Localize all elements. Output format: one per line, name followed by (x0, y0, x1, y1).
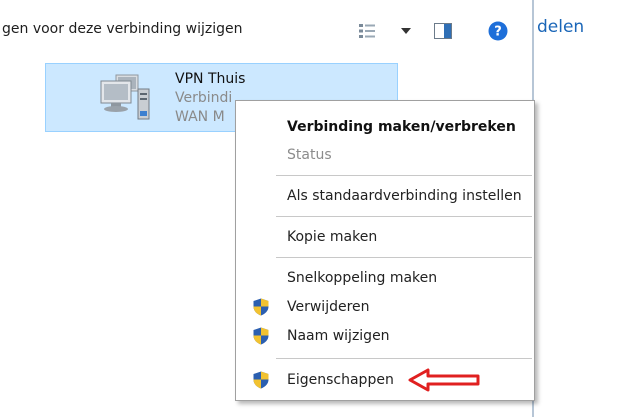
preview-pane-icon[interactable] (432, 19, 454, 43)
menu-item-label: Naam wijzigen (287, 328, 390, 344)
menu-item-label: Als standaardverbinding instellen (287, 188, 522, 204)
change-connection-settings-link[interactable]: gen voor deze verbinding wijzigen (2, 21, 243, 37)
menu-item-label: Status (287, 147, 332, 163)
uac-shield-icon (253, 371, 269, 389)
menu-separator (276, 358, 532, 359)
connection-device: WAN M (175, 109, 225, 125)
uac-shield-icon (253, 327, 269, 345)
red-arrow-icon (408, 368, 480, 392)
menu-item-label: Eigenschappen (287, 372, 394, 388)
network-computer-icon (96, 69, 156, 129)
svg-text:?: ? (494, 25, 502, 40)
menu-separator (276, 216, 532, 217)
view-options-icon[interactable] (356, 19, 378, 43)
menu-separator (276, 257, 532, 258)
menu-item-properties[interactable]: Eigenschappen (236, 367, 534, 393)
connection-name: VPN Thuis (175, 71, 246, 87)
menu-item-label: Snelkoppeling maken (287, 270, 438, 286)
menu-item-create-shortcut[interactable]: Snelkoppeling maken (236, 265, 534, 291)
help-icon[interactable]: ? (486, 19, 510, 43)
command-bar: gen voor deze verbinding wijzigen ? (0, 0, 532, 62)
chevron-down-icon[interactable] (397, 19, 415, 43)
context-menu: Verbinding maken/verbreken Status Als st… (235, 100, 535, 401)
uac-shield-icon (253, 298, 269, 316)
menu-item-copy[interactable]: Kopie maken (236, 224, 534, 250)
menu-separator (276, 175, 532, 176)
menu-item-delete[interactable]: Verwijderen (236, 294, 534, 320)
menu-item-status: Status (236, 142, 534, 168)
menu-item-set-default[interactable]: Als standaardverbinding instellen (236, 183, 534, 209)
menu-item-rename[interactable]: Naam wijzigen (236, 323, 534, 349)
connection-status: Verbindi (175, 90, 233, 106)
menu-item-label: Kopie maken (287, 229, 378, 245)
menu-item-label: Verbinding maken/verbreken (287, 119, 516, 135)
menu-item-label: Verwijderen (287, 299, 370, 315)
share-link[interactable]: delen (537, 17, 584, 37)
menu-item-connect-disconnect[interactable]: Verbinding maken/verbreken (236, 114, 534, 140)
